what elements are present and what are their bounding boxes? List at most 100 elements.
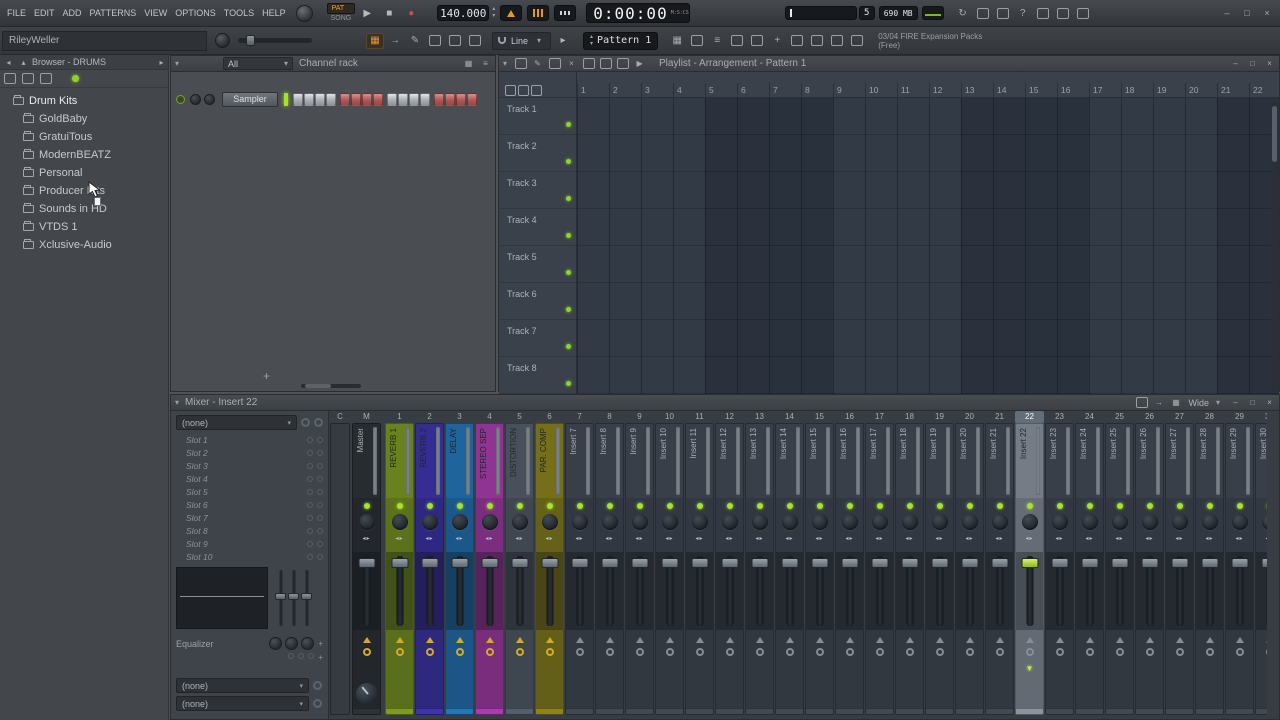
- fader-handle[interactable]: [751, 558, 768, 568]
- mixer-track-body[interactable]: Insert 14 ◂▸ ▼: [775, 423, 804, 715]
- fx-enable-ring[interactable]: [576, 648, 584, 656]
- channel-pan-knob[interactable]: [190, 94, 201, 105]
- channel-button[interactable]: Sampler: [222, 92, 278, 107]
- fx-enable-ring[interactable]: [846, 648, 854, 656]
- slot-enable-dot[interactable]: [317, 489, 323, 495]
- stereo-separation-arrows[interactable]: ◂▸: [425, 535, 433, 542]
- fx-enable-ring[interactable]: [636, 648, 644, 656]
- step-cell-3[interactable]: [315, 93, 325, 106]
- mixer-track-number[interactable]: 20: [955, 411, 984, 423]
- volume-fader[interactable]: [956, 552, 983, 630]
- mixer-track-number[interactable]: 29: [1225, 411, 1254, 423]
- mixer-track-number[interactable]: 16: [835, 411, 864, 423]
- menu-tools[interactable]: TOOLS: [220, 0, 258, 27]
- pan-knob[interactable]: [359, 514, 375, 530]
- tempo-display[interactable]: 140.000: [437, 5, 489, 21]
- mute-led[interactable]: [817, 503, 823, 509]
- fader-handle[interactable]: [631, 558, 648, 568]
- slot-enable-dot[interactable]: [317, 528, 323, 534]
- mute-led[interactable]: [397, 503, 403, 509]
- pattern-play-icon[interactable]: ▸: [553, 35, 573, 46]
- stereo-separation-arrows[interactable]: ◂▸: [725, 535, 733, 542]
- pan-knob[interactable]: [992, 514, 1008, 530]
- route-to-master-arrow[interactable]: [1056, 637, 1064, 643]
- pan-knob[interactable]: [962, 514, 978, 530]
- pl-mute-icon[interactable]: [581, 57, 596, 70]
- pan-knob[interactable]: [932, 514, 948, 530]
- mixer-track-strip[interactable]: 21 Insert 21 ◂▸ ▼: [985, 411, 1014, 715]
- stereo-separation-arrows[interactable]: ◂▸: [1175, 535, 1183, 542]
- browser-active-tab-dot[interactable]: [72, 75, 79, 82]
- mixer-track-strip[interactable]: 20 Insert 20 ◂▸ ▼: [955, 411, 984, 715]
- mixer-track-name-area[interactable]: Master: [353, 424, 380, 498]
- browser-item[interactable]: Producer Kits: [0, 182, 168, 200]
- mixer-track-body[interactable]: Insert 25 ◂▸ ▼: [1105, 423, 1134, 715]
- route-to-master-arrow[interactable]: [1086, 637, 1094, 643]
- slider-handle[interactable]: [275, 593, 286, 600]
- channel-volume-knob[interactable]: [204, 94, 215, 105]
- mixer-track-number[interactable]: 19: [925, 411, 954, 423]
- pattern-selector[interactable]: ▴ ▾ Pattern 1: [583, 32, 658, 50]
- fx-enable-ring[interactable]: [1236, 648, 1244, 656]
- slot-mix-dot[interactable]: [307, 515, 313, 521]
- mixer-track-strip[interactable]: 10 Insert 10 ◂▸ ▼: [655, 411, 684, 715]
- slot-enable-dot[interactable]: [317, 476, 323, 482]
- fl-logo-icon[interactable]: [296, 5, 313, 22]
- mixer-track-strip[interactable]: 13 Insert 13 ◂▸ ▼: [745, 411, 774, 715]
- step-cell-11[interactable]: [409, 93, 419, 106]
- pan-knob[interactable]: [662, 514, 678, 530]
- volume-fader[interactable]: [656, 552, 683, 630]
- pl-paint-icon[interactable]: [547, 57, 562, 70]
- pan-knob[interactable]: [812, 514, 828, 530]
- fx-enable-ring[interactable]: [1086, 648, 1094, 656]
- menu-edit[interactable]: EDIT: [30, 0, 59, 27]
- pl-play-icon[interactable]: ▶: [632, 57, 647, 70]
- mixer-track-name-area[interactable]: Insert 14: [776, 424, 803, 498]
- browser-item[interactable]: Sounds in HD: [0, 200, 168, 218]
- mixer-track-number[interactable]: 21: [985, 411, 1014, 423]
- playlist-menu-triangle-icon[interactable]: ▾: [503, 59, 507, 68]
- fader-handle[interactable]: [1171, 558, 1188, 568]
- plugin-picker-icon[interactable]: +: [768, 33, 786, 49]
- step-cell-4[interactable]: [326, 93, 336, 106]
- route-to-master-arrow[interactable]: [1116, 637, 1124, 643]
- mute-led[interactable]: [847, 503, 853, 509]
- fader-handle[interactable]: [961, 558, 978, 568]
- mixer-track-name-area[interactable]: Insert 23: [1046, 424, 1073, 498]
- pan-knob[interactable]: [632, 514, 648, 530]
- route-to-master-arrow[interactable]: [936, 637, 944, 643]
- mute-led[interactable]: [517, 503, 523, 509]
- mixer-track-number[interactable]: 28: [1195, 411, 1224, 423]
- input-enable-ring[interactable]: [313, 681, 322, 690]
- volume-fader[interactable]: [1136, 552, 1163, 630]
- fx-enable-ring[interactable]: [1146, 648, 1154, 656]
- main-volume-knob[interactable]: [215, 33, 230, 48]
- metronome-button[interactable]: [500, 5, 522, 21]
- mixer-track-body[interactable]: DISTORTION ◂▸ ▼: [505, 423, 534, 715]
- fx-enable-ring[interactable]: [876, 648, 884, 656]
- mixer-track-strip[interactable]: 5 DISTORTION ◂▸ ▼: [505, 411, 534, 715]
- mixer-detach-icon[interactable]: [1134, 396, 1149, 409]
- loop-record-button[interactable]: [554, 5, 576, 21]
- mixer-track-number[interactable]: 2: [415, 411, 444, 423]
- time-display[interactable]: 0:00:00 M:S:CS: [586, 3, 689, 23]
- fx-enable-ring[interactable]: [756, 648, 764, 656]
- volume-fader[interactable]: [896, 552, 923, 630]
- route-to-master-arrow[interactable]: [1146, 637, 1154, 643]
- tempo-tap-icon[interactable]: [788, 33, 806, 49]
- chevron-down-icon[interactable]: ▾: [1216, 398, 1220, 407]
- menu-view[interactable]: VIEW: [140, 0, 171, 27]
- slot-mix-dot[interactable]: [307, 476, 313, 482]
- route-to-master-arrow[interactable]: [363, 637, 371, 643]
- mixer-track-number[interactable]: 1: [385, 411, 414, 423]
- step-cell-7[interactable]: [362, 93, 372, 106]
- stereo-separation-arrows[interactable]: ◂▸: [635, 535, 643, 542]
- help-icon[interactable]: ?: [1014, 5, 1032, 21]
- mixer-track-name-area[interactable]: DELAY: [446, 424, 473, 498]
- fader-handle[interactable]: [931, 558, 948, 568]
- step-cell-9[interactable]: [387, 93, 397, 106]
- mixer-track-name-area[interactable]: Insert 11: [686, 424, 713, 498]
- project-title-field[interactable]: RileyWeller: [2, 31, 207, 51]
- browser-folder-drum-kits[interactable]: Drum Kits: [0, 92, 168, 110]
- mixer-track-strip[interactable]: 23 Insert 23 ◂▸ ▼: [1045, 411, 1074, 715]
